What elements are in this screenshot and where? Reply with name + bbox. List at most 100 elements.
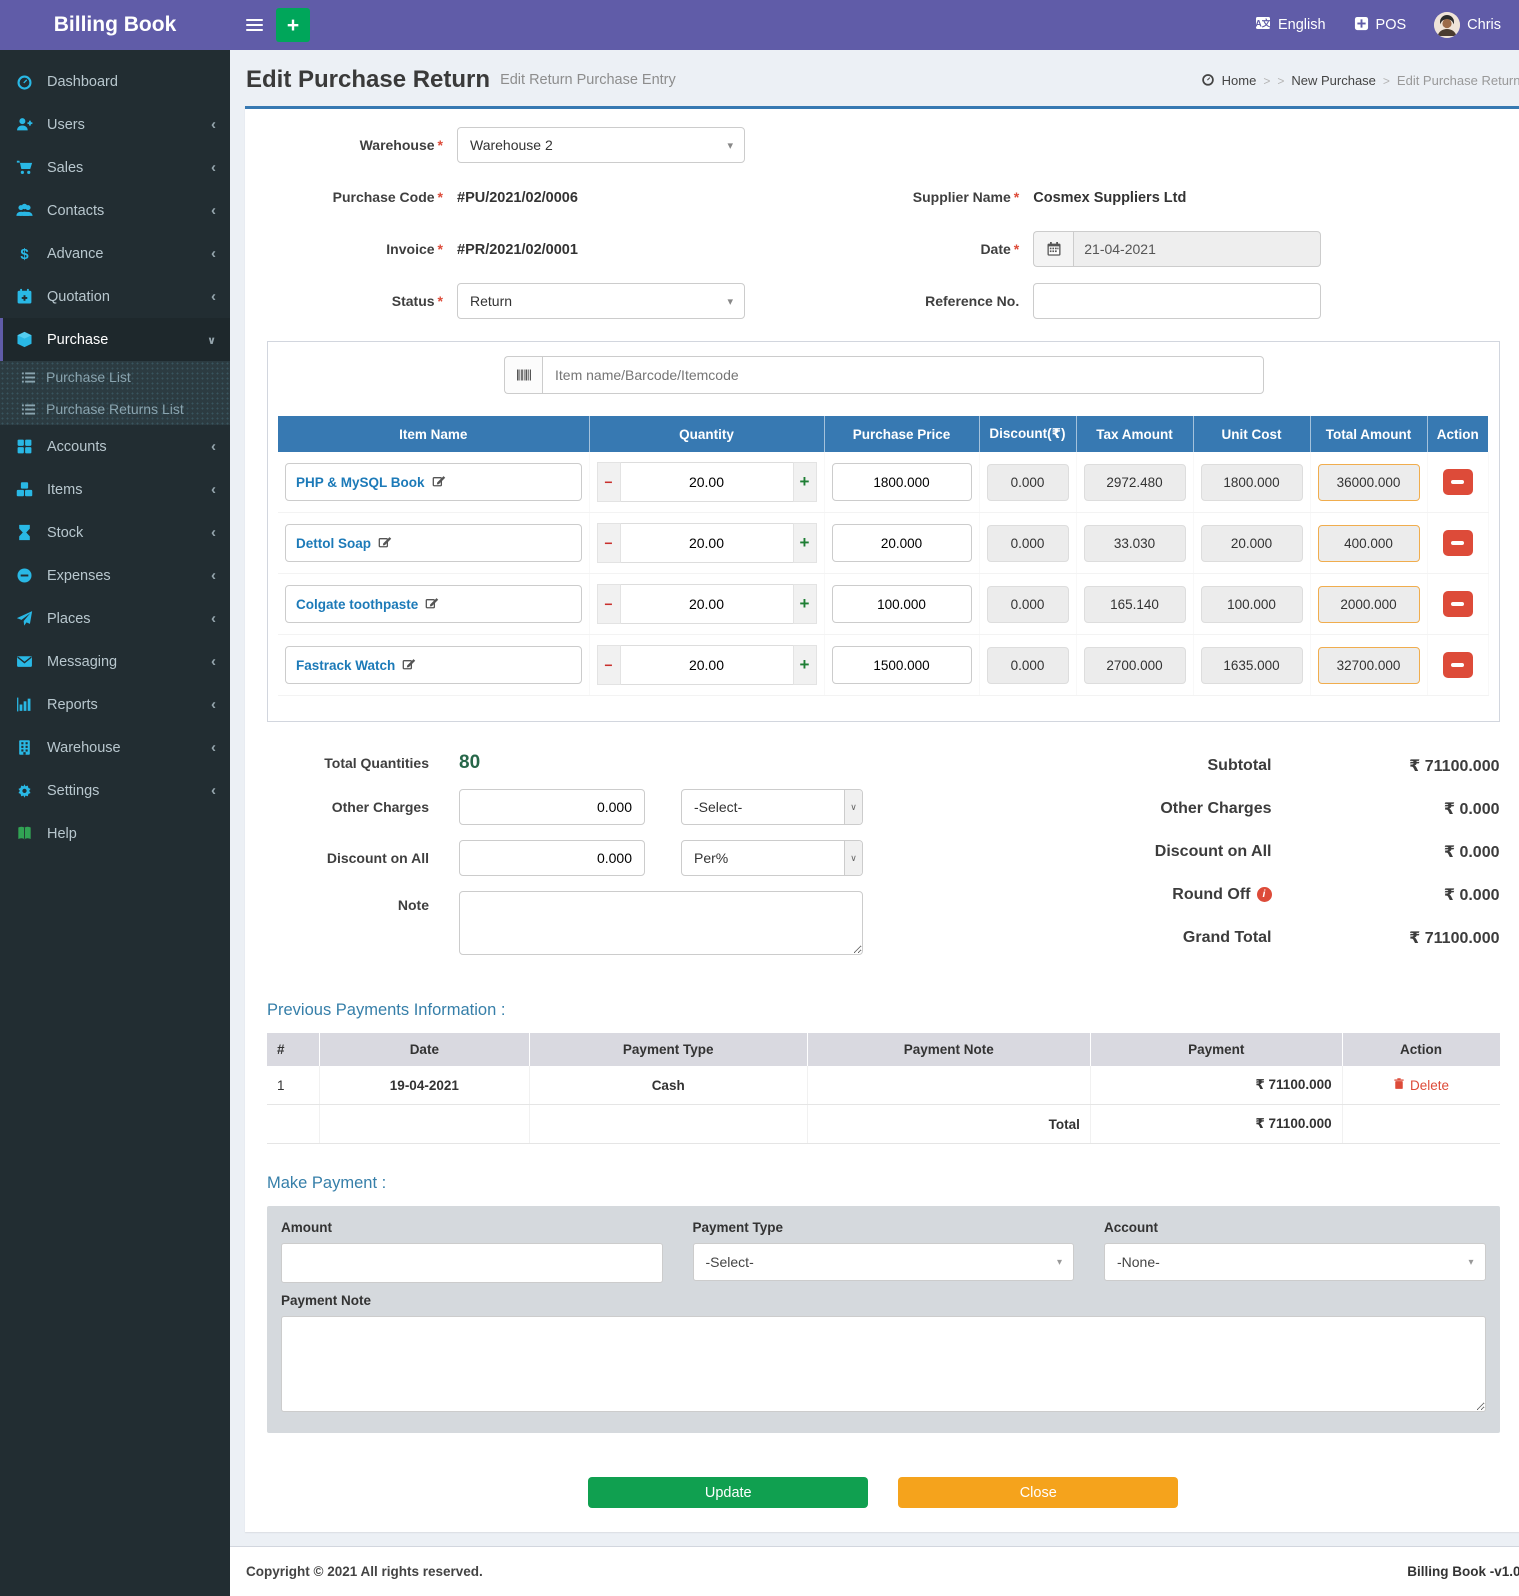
table-row: Fastrack Watch 0.000 2700.000 1635.000 3… <box>278 635 1488 696</box>
sidebar-item-dashboard[interactable]: Dashboard <box>0 60 230 103</box>
warehouse-select[interactable]: Warehouse 2 <box>457 127 745 163</box>
remove-item-button[interactable] <box>1443 652 1473 678</box>
payment-date: 19-04-2021 <box>319 1066 529 1105</box>
remove-item-button[interactable] <box>1443 530 1473 556</box>
quantity-input[interactable] <box>621 462 793 502</box>
qty-increase-button[interactable] <box>793 462 817 502</box>
breadcrumb-new-purchase[interactable]: New Purchase <box>1291 73 1376 88</box>
remove-item-button[interactable] <box>1443 469 1473 495</box>
total-amount-value: 36000.000 <box>1318 464 1420 501</box>
svg-text:A文: A文 <box>1255 18 1271 29</box>
sidebar-item-expenses[interactable]: Expenses <box>0 554 230 597</box>
breadcrumb-current: Edit Purchase Return <box>1397 73 1519 88</box>
qty-decrease-button[interactable] <box>597 584 621 624</box>
quick-add-button[interactable] <box>276 8 310 42</box>
sidebar-item-items[interactable]: Items <box>0 468 230 511</box>
sidebar-item-settings[interactable]: Settings <box>0 769 230 812</box>
qty-increase-button[interactable] <box>793 584 817 624</box>
payment-index: 1 <box>267 1066 319 1105</box>
purchase-price-input[interactable] <box>832 524 972 562</box>
grand-total-label: Grand Total <box>1015 929 1272 947</box>
sidebar-item-reports[interactable]: Reports <box>0 683 230 726</box>
sidebar-item-advance[interactable]: $ Advance <box>0 232 230 275</box>
info-icon[interactable] <box>1257 887 1272 902</box>
breadcrumb-separator <box>1263 73 1270 88</box>
users-group-icon <box>16 202 38 219</box>
sidebar-item-users[interactable]: Users <box>0 103 230 146</box>
sidebar-item-contacts[interactable]: Contacts <box>0 189 230 232</box>
make-payment-panel: Amount Payment Type -Select- Account -No… <box>267 1206 1500 1433</box>
footer: Copyright © 2021 All rights reserved. Bi… <box>230 1546 1519 1596</box>
edit-icon[interactable] <box>425 596 439 613</box>
invoice-value: #PR/2021/02/0001 <box>457 242 578 258</box>
status-select[interactable]: Return <box>457 283 745 319</box>
update-button[interactable]: Update <box>588 1477 868 1508</box>
discount-on-all-label: Discount on All <box>267 850 429 866</box>
supplier-name-label: Supplier Name <box>913 189 1019 205</box>
payment-note-textarea[interactable] <box>281 1316 1486 1412</box>
sidebar-item-purchase-list[interactable]: Purchase List <box>0 361 230 393</box>
purchase-price-input[interactable] <box>832 463 972 501</box>
sidebar-item-accounts[interactable]: Accounts <box>0 425 230 468</box>
discount-on-all-input[interactable] <box>459 840 645 876</box>
account-select[interactable]: -None- <box>1104 1243 1486 1281</box>
make-payment-title: Make Payment : <box>267 1174 1500 1193</box>
account-label: Account <box>1104 1220 1486 1235</box>
supplier-name-value: Cosmex Suppliers Ltd <box>1033 190 1186 206</box>
sidebar-item-stock[interactable]: Stock <box>0 511 230 554</box>
discount-value: 0.000 <box>987 647 1069 684</box>
note-textarea[interactable] <box>459 891 863 955</box>
sidebar-item-purchase[interactable]: Purchase <box>0 318 230 361</box>
sidebar-toggle-icon[interactable] <box>246 19 263 32</box>
round-off-value: ₹ 0.000 <box>1272 885 1500 905</box>
purchase-price-input[interactable] <box>832 585 972 623</box>
pos-button[interactable]: POS <box>1354 16 1407 35</box>
quantity-input[interactable] <box>621 645 793 685</box>
edit-icon[interactable] <box>402 657 416 674</box>
item-name-link[interactable]: PHP & MySQL Book <box>296 475 425 490</box>
qty-increase-button[interactable] <box>793 523 817 563</box>
other-charges-select[interactable]: -Select- <box>681 789 863 825</box>
language-menu[interactable]: A文 English <box>1255 15 1326 35</box>
warehouse-label: Warehouse <box>360 137 443 153</box>
sidebar-item-sales[interactable]: Sales <box>0 146 230 189</box>
item-name-link[interactable]: Fastrack Watch <box>296 658 395 673</box>
qty-decrease-button[interactable] <box>597 523 621 563</box>
sidebar-item-messaging[interactable]: Messaging <box>0 640 230 683</box>
remove-item-button[interactable] <box>1443 591 1473 617</box>
qty-increase-button[interactable] <box>793 645 817 685</box>
discount-type-select[interactable]: Per% <box>681 840 863 876</box>
other-charges-input[interactable] <box>459 789 645 825</box>
item-search-input[interactable] <box>542 356 1264 394</box>
sidebar-item-help[interactable]: Help <box>0 812 230 855</box>
payment-type-select[interactable]: -Select- <box>693 1243 1075 1281</box>
edit-icon[interactable] <box>432 474 446 491</box>
purchase-submenu: Purchase List Purchase Returns List <box>0 361 230 425</box>
item-name-link[interactable]: Colgate toothpaste <box>296 597 418 612</box>
list-icon <box>21 370 36 385</box>
total-amount-value: 400.000 <box>1318 525 1420 562</box>
tax-amount-value: 165.140 <box>1084 586 1186 623</box>
sidebar-item-places[interactable]: Places <box>0 597 230 640</box>
qty-decrease-button[interactable] <box>597 645 621 685</box>
quantity-input[interactable] <box>621 523 793 563</box>
purchase-price-input[interactable] <box>832 646 972 684</box>
user-menu[interactable]: Chris <box>1434 12 1501 38</box>
qty-decrease-button[interactable] <box>597 462 621 502</box>
sidebar-item-warehouse[interactable]: Warehouse <box>0 726 230 769</box>
quantity-input[interactable] <box>621 584 793 624</box>
pp-col-payment-note: Payment Note <box>807 1033 1090 1066</box>
date-input[interactable] <box>1073 231 1321 267</box>
reference-input[interactable] <box>1033 283 1321 319</box>
breadcrumb-home[interactable]: Home <box>1222 73 1257 88</box>
edit-icon[interactable] <box>378 535 392 552</box>
delete-payment-button[interactable]: Delete <box>1393 1077 1449 1093</box>
sidebar-item-purchase-returns-list[interactable]: Purchase Returns List <box>0 393 230 425</box>
page-title: Edit Purchase Return <box>246 66 490 94</box>
sidebar-item-quotation[interactable]: Quotation <box>0 275 230 318</box>
app-logo[interactable]: Billing Book <box>0 0 230 50</box>
item-name-link[interactable]: Dettol Soap <box>296 536 371 551</box>
close-button[interactable]: Close <box>898 1477 1178 1508</box>
amount-input[interactable] <box>281 1243 663 1283</box>
svg-text:$: $ <box>20 247 29 262</box>
